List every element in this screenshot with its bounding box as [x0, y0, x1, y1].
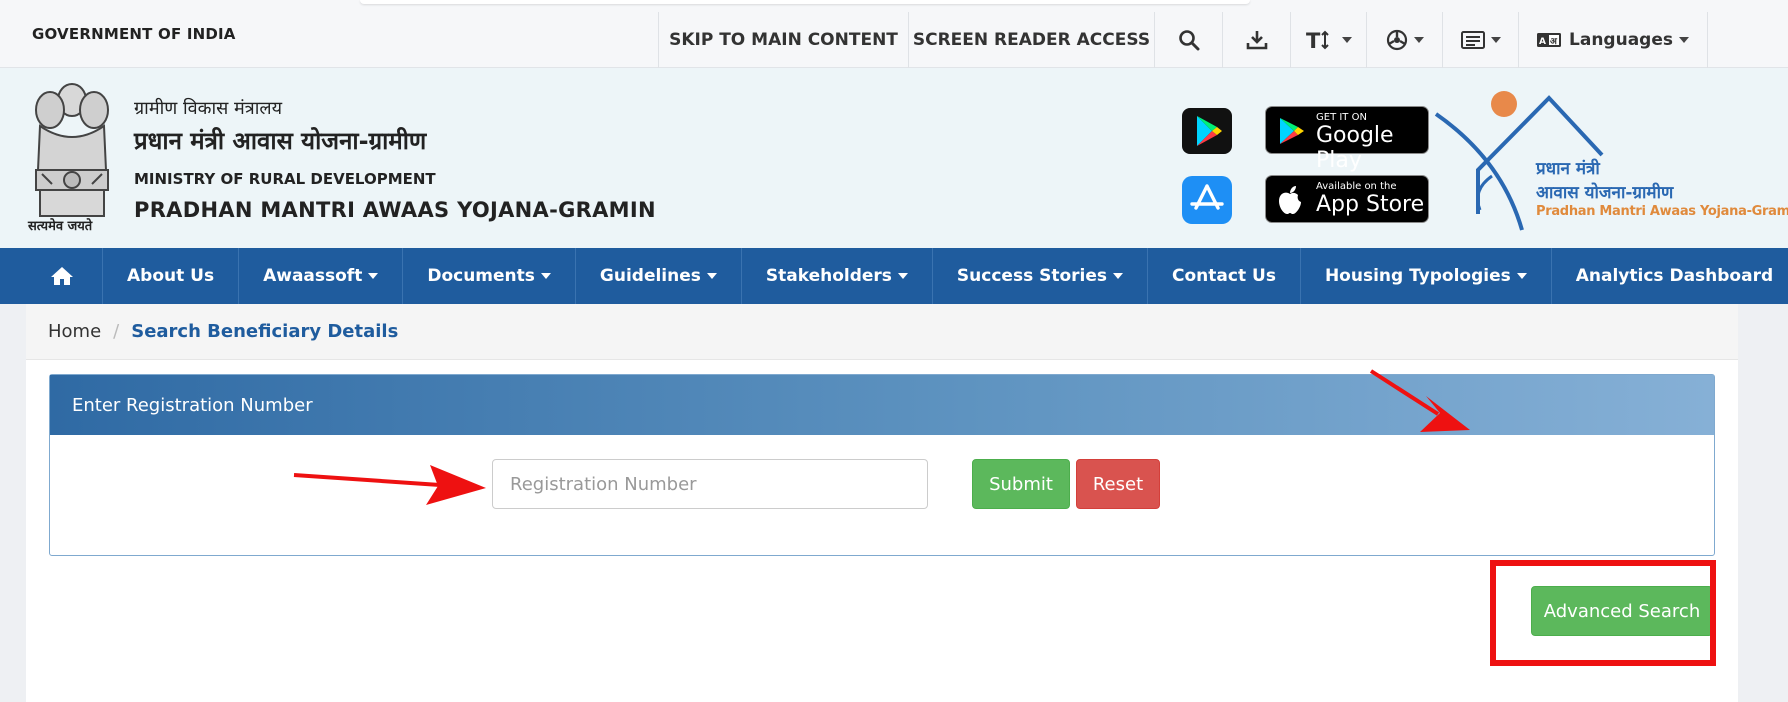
languages-label: Languages [1569, 30, 1673, 50]
logo-line-2: आवास योजना-ग्रामीण [1536, 183, 1674, 203]
utility-nav: SKIP TO MAIN CONTENT SCREEN READER ACCES… [658, 12, 1708, 68]
contrast-button[interactable] [1366, 12, 1442, 68]
nav-documents[interactable]: Documents [403, 248, 576, 304]
submit-button[interactable]: Submit [972, 459, 1070, 509]
nav-success-stories-label: Success Stories [956, 266, 1108, 286]
text-size-button[interactable]: T [1290, 12, 1366, 68]
nav-housing-typologies-label: Housing Typologies [1324, 266, 1511, 286]
logo-line-1: प्रधान मंत्री [1536, 159, 1600, 179]
scheme-name-hindi: प्रधान मंत्री आवास योजना-ग्रामीण [134, 127, 427, 155]
nav-documents-label: Documents [427, 266, 535, 286]
chevron-down-icon [1516, 273, 1527, 279]
svg-text:अ: अ [1550, 37, 1558, 47]
nav-about-us[interactable]: About Us [103, 248, 240, 304]
breadcrumb-separator: / [113, 321, 120, 342]
language-icon: A अ [1537, 33, 1562, 47]
chevron-down-icon [1678, 37, 1689, 43]
government-label: GOVERNMENT OF INDIA [32, 25, 236, 43]
nav-stakeholders-label: Stakeholders [765, 266, 892, 286]
text-size-icon: T [1306, 29, 1329, 51]
nav-success-stories[interactable]: Success Stories [933, 248, 1149, 304]
download-icon [1246, 31, 1267, 50]
apple-icon [1279, 186, 1301, 214]
screen-reader-label: SCREEN READER ACCESS [912, 30, 1151, 50]
google-play-big-text: Google Play [1316, 123, 1394, 173]
app-store-big-text: App Store [1316, 192, 1425, 217]
chevron-down-icon [897, 273, 908, 279]
google-play-icon [1280, 118, 1304, 144]
search-button[interactable] [1154, 12, 1222, 68]
breadcrumb-home[interactable]: Home [48, 321, 101, 342]
chevron-down-icon [1490, 37, 1501, 43]
nav-guidelines-label: Guidelines [599, 266, 701, 286]
panel-title: Enter Registration Number [50, 375, 1714, 435]
nav-contact-us[interactable]: Contact Us [1148, 248, 1301, 304]
google-play-small-text: GET IT ON [1316, 112, 1367, 123]
registration-panel: Enter Registration Number Submit Reset [49, 374, 1715, 556]
nav-awaassoft-label: Awaassoft [263, 266, 363, 286]
home-icon [51, 267, 73, 285]
skip-to-main-link[interactable]: SKIP TO MAIN CONTENT [658, 12, 908, 68]
download-button[interactable] [1222, 12, 1290, 68]
skip-to-main-label: SKIP TO MAIN CONTENT [669, 30, 898, 50]
reset-button[interactable]: Reset [1076, 459, 1160, 509]
nav-contact-us-label: Contact Us [1172, 266, 1276, 286]
nav-stakeholders[interactable]: Stakeholders [742, 248, 933, 304]
nav-about-us-label: About Us [127, 266, 215, 286]
google-play-badge[interactable]: GET IT ON Google Play [1265, 106, 1429, 173]
site-header: सत्यमेव जयते ग्रामीण विकास मंत्रालय प्रध… [0, 68, 1788, 248]
search-icon [1178, 30, 1199, 51]
screen-reader-link[interactable]: SCREEN READER ACCESS [908, 12, 1154, 68]
chevron-down-icon [1413, 37, 1424, 43]
breadcrumb: Home / Search Beneficiary Details [26, 304, 1738, 360]
advanced-search-button[interactable]: Advanced Search [1531, 586, 1713, 636]
emblem-motto: सत्यमेव जयते [28, 219, 93, 234]
nav-analytics-dashboard[interactable]: Analytics Dashboard [1552, 248, 1788, 304]
nav-awaassoft[interactable]: Awaassoft [239, 248, 404, 304]
ministry-name-hindi: ग्रामीण विकास मंत्रालय [134, 98, 283, 119]
app-store-icon[interactable] [1182, 176, 1232, 224]
app-store-badge[interactable]: Available on the App Store [1265, 175, 1429, 223]
pmay-g-logo: प्रधान मंत्री आवास योजना-ग्रामीण Pradhan… [1432, 80, 1788, 240]
app-store-small-text: Available on the [1316, 181, 1397, 192]
nav-home[interactable] [0, 248, 103, 304]
nav-analytics-dashboard-label: Analytics Dashboard [1575, 266, 1774, 286]
main-navigation: About Us Awaassoft Documents Guidelines … [0, 248, 1788, 304]
ministry-name-english: MINISTRY OF RURAL DEVELOPMENT [134, 170, 436, 188]
browser-address-bar-edge [360, 0, 1250, 4]
svg-text:T: T [1306, 29, 1321, 51]
chevron-down-icon [368, 273, 379, 279]
google-play-icon[interactable] [1182, 108, 1232, 154]
main-content: Home / Search Beneficiary Details Enter … [26, 304, 1738, 702]
chevron-down-icon [706, 273, 717, 279]
registration-number-input[interactable] [492, 459, 928, 509]
sitemap-icon [1460, 31, 1485, 49]
sitemap-button[interactable] [1442, 12, 1518, 68]
top-utility-bar: GOVERNMENT OF INDIA SKIP TO MAIN CONTENT… [0, 0, 1788, 68]
logo-line-3: Pradhan Mantri Awaas Yojana-Gramin [1536, 204, 1788, 219]
svg-text:A: A [1539, 37, 1546, 47]
breadcrumb-current: Search Beneficiary Details [131, 321, 399, 342]
nav-housing-typologies[interactable]: Housing Typologies [1301, 248, 1552, 304]
chevron-down-icon [540, 273, 551, 279]
contrast-icon [1386, 29, 1407, 51]
scheme-name-english: PRADHAN MANTRI AWAAS YOJANA-GRAMIN [134, 198, 656, 222]
languages-dropdown[interactable]: A अ Languages [1518, 12, 1708, 68]
panel-title-text: Enter Registration Number [72, 394, 313, 416]
nav-guidelines[interactable]: Guidelines [576, 248, 742, 304]
chevron-down-icon [1113, 273, 1124, 279]
chevron-down-icon [1341, 37, 1352, 43]
